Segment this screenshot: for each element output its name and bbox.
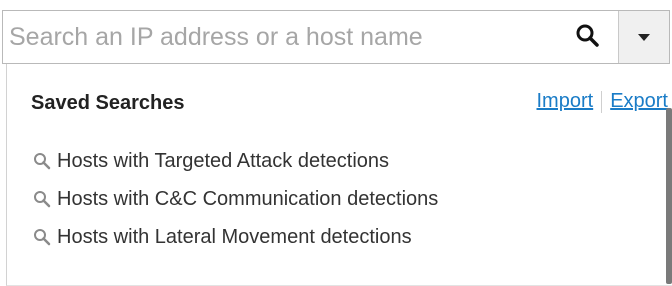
search-icon [31, 188, 53, 210]
search-widget: Saved Searches Import Export Hosts with … [0, 0, 672, 286]
import-link[interactable]: Import [537, 90, 594, 113]
search-button[interactable] [560, 11, 614, 63]
saved-search-label: Hosts with Lateral Movement detections [57, 225, 412, 248]
search-bar [2, 10, 670, 64]
caret-down-icon [638, 33, 650, 41]
saved-search-item[interactable]: Hosts with Lateral Movement detections [31, 218, 438, 256]
link-divider [601, 90, 603, 113]
saved-search-item[interactable]: Hosts with C&C Communication detections [31, 180, 438, 218]
saved-searches-panel: Saved Searches Import Export Hosts with … [6, 64, 672, 286]
search-input[interactable] [3, 11, 560, 63]
export-link[interactable]: Export [610, 90, 668, 113]
search-icon [31, 150, 53, 172]
saved-search-label: Hosts with Targeted Attack detections [57, 149, 390, 172]
saved-searches-title: Saved Searches [31, 92, 185, 114]
scrollbar[interactable] [666, 108, 672, 284]
panel-actions: Import Export [537, 90, 668, 113]
search-icon [575, 23, 599, 52]
dropdown-toggle-button[interactable] [618, 11, 669, 63]
saved-searches-list: Hosts with Targeted Attack detections Ho… [31, 142, 438, 256]
saved-search-item[interactable]: Hosts with Targeted Attack detections [31, 142, 438, 180]
search-icon [31, 226, 53, 248]
saved-search-label: Hosts with C&C Communication detections [57, 187, 439, 210]
